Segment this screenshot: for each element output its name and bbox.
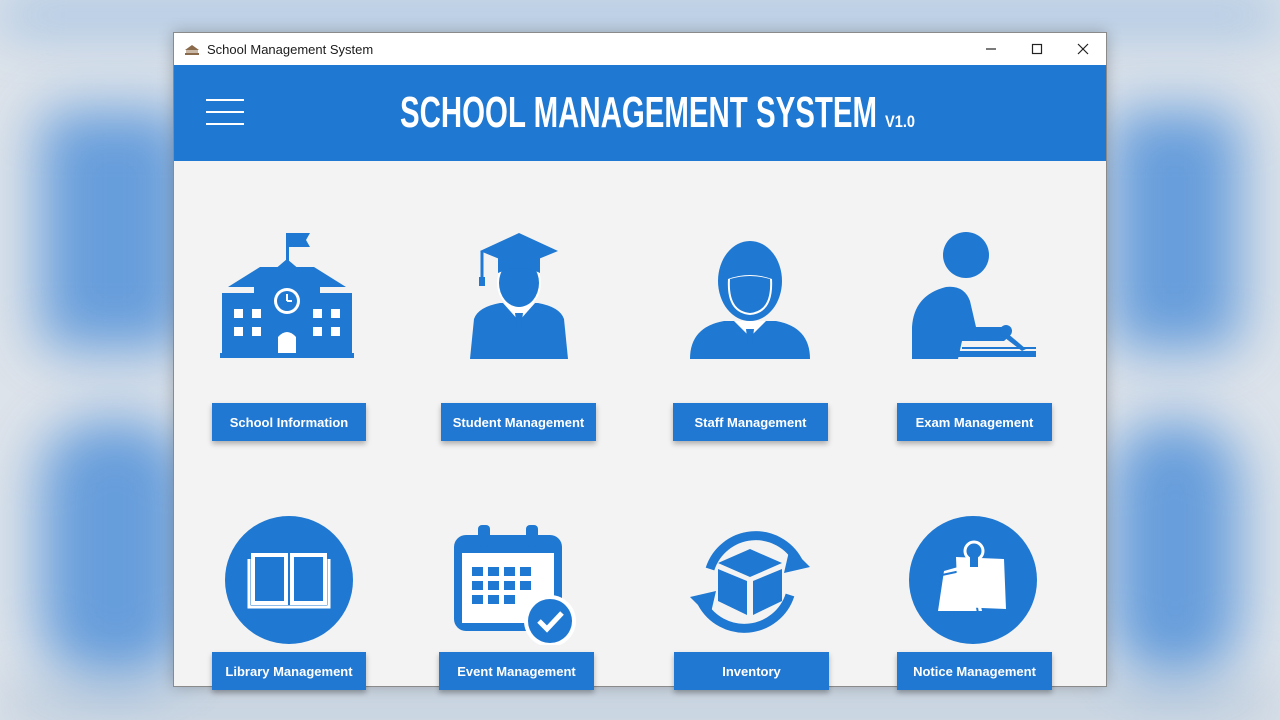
open-book-icon [225, 516, 353, 644]
staff-management-button[interactable]: Staff Management [673, 403, 828, 441]
window-controls [968, 33, 1106, 65]
exam-management-button[interactable]: Exam Management [897, 403, 1052, 441]
calendar-check-icon [454, 525, 576, 645]
school-building-icon [220, 233, 354, 358]
minimize-icon [986, 48, 996, 50]
notice-management-button[interactable]: Notice Management [897, 652, 1052, 690]
close-button[interactable] [1060, 33, 1106, 65]
student-management-button[interactable]: Student Management [441, 403, 596, 441]
exam-writing-icon [912, 232, 1036, 359]
pinned-note-icon [909, 516, 1037, 644]
app-title-text: SCHOOL MANAGEMENT SYSTEM [400, 88, 877, 137]
staff-person-icon [690, 241, 810, 359]
page-title: SCHOOL MANAGEMENT SYSTEM V1.0 [400, 88, 915, 137]
box-cycle-icon [690, 531, 810, 633]
close-icon [1077, 43, 1089, 55]
window-title: School Management System [207, 41, 374, 57]
school-information-button[interactable]: School Information [212, 403, 366, 441]
minimize-button[interactable] [968, 33, 1014, 65]
maximize-icon [1031, 43, 1043, 55]
graduate-icon [470, 233, 568, 359]
inventory-button[interactable]: Inventory [674, 652, 829, 690]
app-header: SCHOOL MANAGEMENT SYSTEM V1.0 [174, 65, 1106, 161]
library-management-button[interactable]: Library Management [212, 652, 366, 690]
title-bar: School Management System [174, 33, 1106, 65]
version-label: V1.0 [885, 112, 915, 131]
event-management-button[interactable]: Event Management [439, 652, 594, 690]
app-icon [185, 45, 199, 55]
dashboard-grid: School Information Student Management St… [174, 161, 1106, 690]
app-window: School Management System SCHOOL MANAGEME… [173, 32, 1107, 690]
maximize-button[interactable] [1014, 33, 1060, 65]
hamburger-icon[interactable] [206, 99, 244, 125]
